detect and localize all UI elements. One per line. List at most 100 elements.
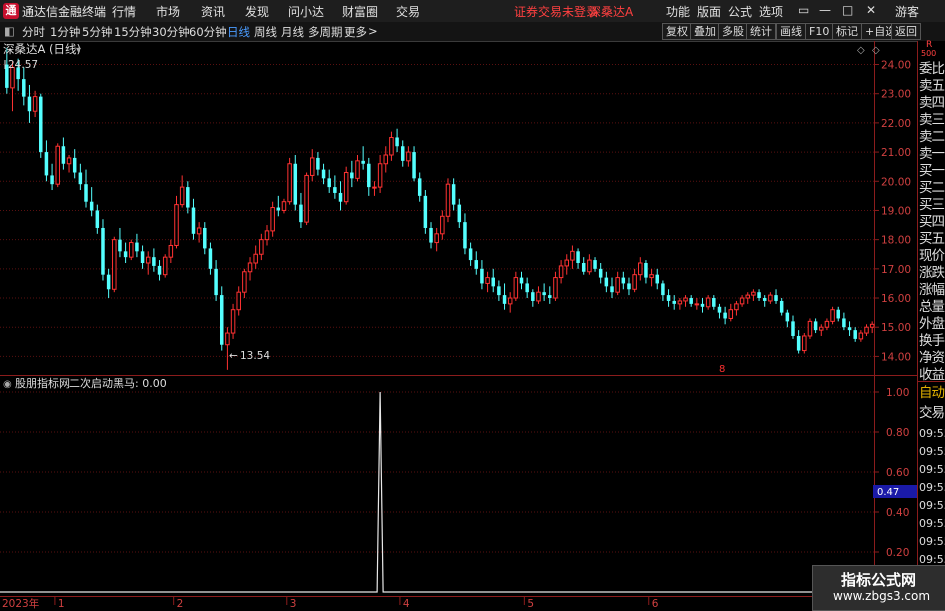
- menu-market-quotes[interactable]: 行情: [112, 3, 136, 20]
- indicator-axis: 1.00 0.80 0.60 0.40 0.20: [874, 387, 909, 559]
- candle-body: [700, 303, 705, 307]
- price-chart[interactable]: 24.00 23.00 22.00 21.00 20.00 19.00 18.00 17.00…: [0, 41, 917, 375]
- menu-functions[interactable]: 功能: [666, 3, 690, 20]
- collapse-icon[interactable]: ◧: [4, 24, 15, 38]
- window-menu-icon[interactable]: ▭: [798, 3, 809, 17]
- chart-expand-icon[interactable]: ◇: [857, 45, 865, 56]
- period-tick[interactable]: 分时: [22, 24, 45, 40]
- date-tick-label: 1: [58, 598, 65, 609]
- candle-body: [440, 215, 445, 235]
- tool-f10[interactable]: F10: [805, 23, 834, 40]
- menu-wealth-circle[interactable]: 财富圈: [342, 3, 378, 20]
- menu-options[interactable]: 选项: [759, 3, 783, 20]
- price-tick-label: 20.00: [881, 176, 911, 188]
- menu-ask-xiaoda[interactable]: 问小达: [288, 3, 324, 20]
- candle-body: [807, 320, 813, 337]
- candle-body: [627, 283, 631, 290]
- candle-body: [739, 297, 745, 305]
- candle-body: [372, 186, 377, 189]
- candle-body: [570, 250, 575, 261]
- candle-body: [468, 248, 473, 261]
- stock-name-tag[interactable]: 深桑达A: [589, 3, 633, 20]
- price-tick-label: 16.00: [881, 293, 911, 305]
- candle-body: [705, 297, 711, 308]
- tool-multi-stock[interactable]: 多股: [718, 23, 748, 40]
- period-more[interactable]: 更多: [344, 24, 367, 40]
- user-guest[interactable]: 游客: [895, 3, 919, 20]
- period-multi[interactable]: 多周期: [308, 24, 343, 40]
- indicator-chart[interactable]: 1.00 0.80 0.60 0.40 0.20 ◉ 股朋指标网 二次启动黑马: 0.0…: [0, 375, 917, 609]
- candle-body: [649, 274, 654, 279]
- candle-body: [383, 154, 389, 165]
- tool-overlay[interactable]: 叠加: [690, 23, 720, 40]
- tool-mark[interactable]: 标记: [832, 23, 862, 40]
- candle-body: [638, 262, 643, 276]
- candle-body: [474, 260, 479, 269]
- indicator-menu-icon[interactable]: ◉: [3, 379, 12, 390]
- trade-login-warning[interactable]: 证券交易未登录: [514, 3, 598, 20]
- candle-body: [377, 163, 383, 188]
- candle-body: [157, 265, 162, 275]
- candle-body: [666, 295, 671, 301]
- low-arrow-icon: ←: [229, 350, 238, 362]
- price-gridlines: [0, 41, 875, 375]
- candle-body: [830, 309, 835, 322]
- side-time-5: 09:55: [919, 517, 945, 530]
- menu-trade[interactable]: 交易: [396, 3, 420, 20]
- indicator-gridlines: [0, 375, 875, 609]
- menu-formula[interactable]: 公式: [728, 3, 752, 20]
- menu-news[interactable]: 资讯: [201, 3, 225, 20]
- candle-body: [485, 277, 490, 284]
- candle-body: [78, 172, 83, 185]
- menu-discover[interactable]: 发现: [245, 3, 269, 20]
- price-tick-label: 24.00: [881, 60, 911, 72]
- period-15min[interactable]: 15分钟: [114, 24, 152, 40]
- candle-body: [434, 233, 439, 244]
- candle-body: [95, 210, 100, 228]
- period-daily[interactable]: 日线: [227, 24, 250, 40]
- candle-body: [593, 260, 597, 269]
- side-time-4: 09:55: [919, 499, 945, 512]
- period-60min[interactable]: 60分钟: [189, 24, 227, 40]
- price-tick-label: 14.00: [881, 351, 911, 363]
- period-monthly[interactable]: 月线: [281, 24, 304, 40]
- candle-body: [242, 271, 247, 293]
- price-tick-label: 18.00: [881, 235, 911, 247]
- tool-adjust[interactable]: 复权: [662, 23, 692, 40]
- indicator-tick-label: 1.00: [886, 387, 909, 399]
- period-5min[interactable]: 5分钟: [82, 24, 112, 40]
- candle-body: [513, 277, 519, 299]
- price-tick-label: 21.00: [881, 147, 911, 159]
- candle-body: [723, 312, 727, 319]
- app-logo-icon: 通: [3, 3, 19, 19]
- candle-body: [367, 163, 371, 188]
- candle-body: [343, 172, 349, 203]
- more-chevron-icon[interactable]: >: [368, 24, 378, 38]
- candle-body: [615, 277, 620, 293]
- candle-body: [168, 244, 174, 258]
- side-tab-auto[interactable]: 自动: [919, 383, 945, 404]
- candle-body: [129, 242, 134, 258]
- close-icon[interactable]: ✕: [866, 3, 876, 17]
- candle-body: [236, 291, 241, 311]
- maximize-icon[interactable]: □: [842, 3, 853, 17]
- period-30min[interactable]: 30分钟: [152, 24, 190, 40]
- candle-body: [39, 96, 43, 153]
- tool-stats[interactable]: 统计: [746, 23, 776, 40]
- period-1min[interactable]: 1分钟: [50, 24, 80, 40]
- candle-body: [22, 79, 26, 97]
- candle-body: [112, 239, 117, 290]
- tool-back[interactable]: 返回: [891, 23, 921, 40]
- event-marker[interactable]: 8: [719, 364, 725, 375]
- tool-draw[interactable]: 画线: [776, 23, 806, 40]
- menu-market[interactable]: 市场: [156, 3, 180, 20]
- chart-settings-icon[interactable]: ◇: [872, 45, 880, 56]
- candle-body: [361, 160, 365, 164]
- period-weekly[interactable]: 周线: [254, 24, 277, 40]
- candle-body: [299, 204, 303, 223]
- menu-layout[interactable]: 版面: [697, 3, 721, 20]
- side-tab-trade[interactable]: 交易: [919, 403, 945, 424]
- minimize-icon[interactable]: —: [819, 3, 831, 17]
- candle-body: [457, 204, 462, 223]
- chart-title-dropdown-icon[interactable]: ▾: [76, 45, 81, 56]
